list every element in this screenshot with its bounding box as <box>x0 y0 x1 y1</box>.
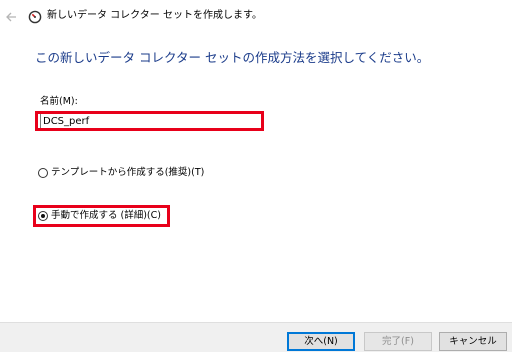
name-label: 名前(M): <box>40 96 78 107</box>
radio-button-unchecked[interactable] <box>38 168 48 178</box>
radio-option-template[interactable]: テンプレートから作成する(推奨)(T) <box>38 167 204 179</box>
finish-button[interactable]: 完了(F) <box>364 332 432 351</box>
create-data-collector-set-wizard: 新しいデータ コレクター セットを作成します。 この新しいデータ コレクター セ… <box>0 0 512 352</box>
cancel-button[interactable]: キャンセル <box>439 332 507 351</box>
instruction-heading: この新しいデータ コレクター セットの作成方法を選択してください。 <box>35 50 430 65</box>
back-arrow-icon[interactable] <box>4 9 18 23</box>
name-input[interactable] <box>40 113 262 129</box>
radio-template-label: テンプレートから作成する(推奨)(T) <box>51 167 205 178</box>
radio-manual-label: 手動で作成する (詳細)(C) <box>51 210 161 221</box>
radio-option-manual[interactable]: 手動で作成する (詳細)(C) <box>38 210 161 222</box>
performance-monitor-icon <box>28 9 42 24</box>
radio-button-checked[interactable] <box>38 211 48 221</box>
button-bar: 次へ(N) 完了(F) キャンセル <box>0 322 512 352</box>
next-button[interactable]: 次へ(N) <box>287 332 355 351</box>
title-bar: 新しいデータ コレクター セットを作成します。 <box>0 0 512 32</box>
window-title: 新しいデータ コレクター セットを作成します。 <box>47 10 262 21</box>
